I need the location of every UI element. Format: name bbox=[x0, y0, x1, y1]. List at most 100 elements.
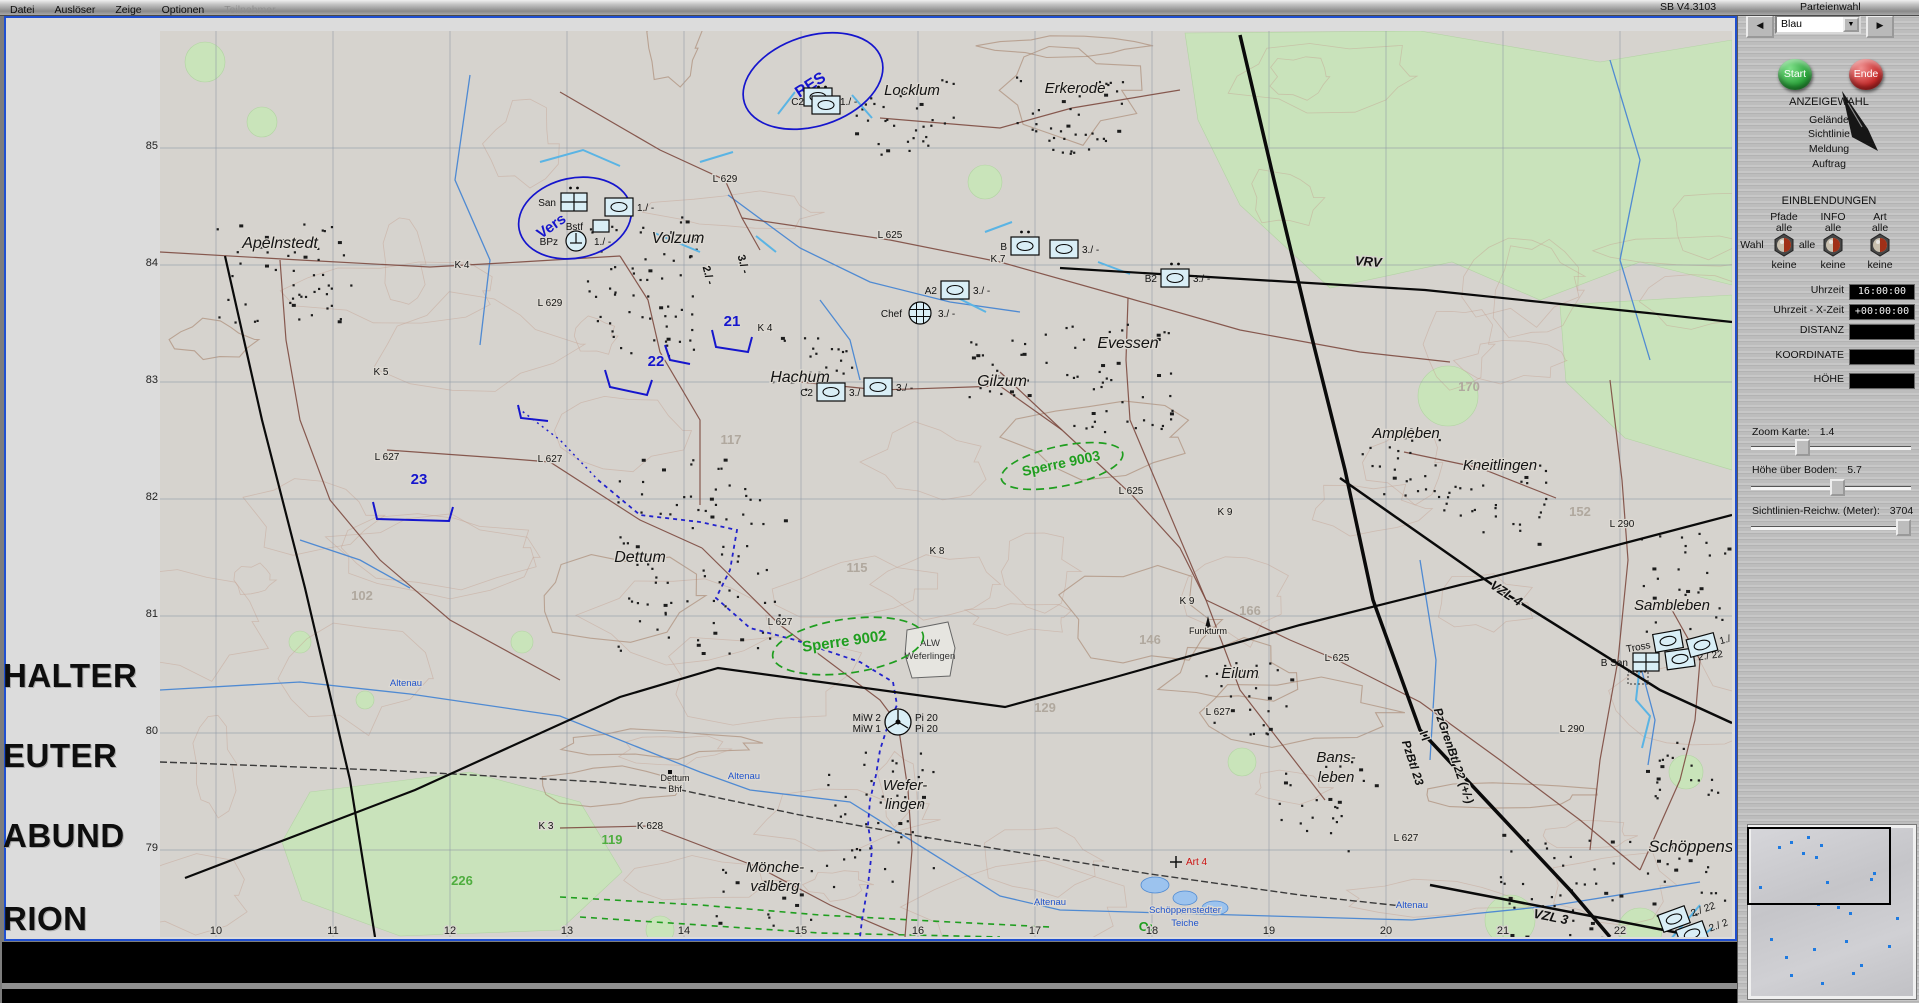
svg-text:MiW 1: MiW 1 bbox=[853, 724, 882, 735]
svg-text:L 629: L 629 bbox=[713, 174, 738, 185]
svg-text:Weferlingen: Weferlingen bbox=[905, 651, 956, 662]
slider-track-0[interactable] bbox=[1751, 446, 1911, 450]
svg-text:K 5: K 5 bbox=[373, 367, 388, 378]
unit-symbol[interactable]: MiW 2MiW 1 Pi 20Pi 20 bbox=[853, 708, 939, 736]
svg-text:Chef: Chef bbox=[881, 309, 902, 320]
menu-item-datei[interactable]: Datei bbox=[0, 3, 45, 16]
svg-text:1./ -: 1./ - bbox=[594, 237, 611, 248]
svg-text:Apelnstedt: Apelnstedt bbox=[241, 235, 318, 252]
svg-text:3./ -: 3./ - bbox=[938, 309, 955, 320]
svg-text:13: 13 bbox=[561, 925, 573, 937]
wahl-label: Wahl bbox=[1740, 239, 1764, 251]
svg-text:L 290: L 290 bbox=[1560, 724, 1585, 735]
minimap-unit-dot bbox=[1769, 938, 1773, 942]
svg-text:VRV: VRV bbox=[1354, 253, 1383, 270]
svg-text:K 628: K 628 bbox=[637, 821, 664, 832]
svg-text:BPz: BPz bbox=[540, 237, 558, 248]
slider-track-2[interactable] bbox=[1751, 526, 1911, 530]
svg-text:Sambleben: Sambleben bbox=[1634, 597, 1710, 614]
anzeige-item-auftrag[interactable]: Auftrag bbox=[1754, 158, 1904, 170]
svg-text:146: 146 bbox=[1139, 632, 1161, 647]
svg-text:166: 166 bbox=[1239, 603, 1261, 618]
field-label-4: HÖHE bbox=[1813, 373, 1844, 385]
map-canvas[interactable]: ALWWeferlingen Apelnstedt Volzum Locklum Erk… bbox=[160, 31, 1732, 937]
einblendung-mid-alle-label[interactable]: alle bbox=[1793, 239, 1821, 251]
svg-text:L 627: L 627 bbox=[768, 617, 793, 628]
svg-text:L 627: L 627 bbox=[538, 454, 563, 465]
einblendungen-title: EINBLENDUNGEN bbox=[1781, 195, 1877, 207]
svg-text:17: 17 bbox=[1029, 925, 1041, 937]
menu-items: Datei Auslöser Zeige Optionen Teilnehmer bbox=[0, 0, 286, 17]
svg-text:3./ -: 3./ - bbox=[1082, 245, 1099, 256]
party-next-button[interactable]: ▶ bbox=[1866, 15, 1894, 38]
anzeige-item-meldung[interactable]: Meldung bbox=[1754, 143, 1904, 155]
slider-thumb-1[interactable] bbox=[1830, 479, 1846, 496]
svg-text:B: B bbox=[1000, 242, 1007, 253]
anzeigewahl-title: ANZEIGEWAHL bbox=[1789, 96, 1869, 108]
minimap-unit-dot bbox=[1849, 912, 1853, 916]
svg-text:K 4: K 4 bbox=[454, 260, 469, 271]
minimap-unit-dot bbox=[1852, 972, 1856, 976]
field-value-4 bbox=[1849, 373, 1915, 389]
svg-text:15: 15 bbox=[795, 925, 807, 937]
svg-text:102: 102 bbox=[351, 588, 373, 603]
svg-text:Schöppenstedter: Schöppenstedter bbox=[1149, 905, 1221, 916]
console-bar-lower bbox=[2, 989, 1737, 1003]
einblendung-keine-label[interactable]: keine bbox=[1850, 259, 1910, 271]
svg-text:19: 19 bbox=[1263, 925, 1275, 937]
svg-text:Funkturm: Funkturm bbox=[1189, 626, 1227, 636]
svg-text:K 3: K 3 bbox=[538, 821, 553, 832]
start-button[interactable]: Start bbox=[1778, 59, 1812, 90]
svg-text:MiW 2: MiW 2 bbox=[853, 713, 882, 724]
slider-label-1: Höhe über Boden: 5.7 bbox=[1752, 464, 1862, 476]
party-prev-button[interactable]: ◀ bbox=[1746, 15, 1774, 38]
party-select-label: Parteienwahl bbox=[1800, 1, 1861, 13]
svg-text:117: 117 bbox=[721, 432, 742, 447]
svg-text:lingen: lingen bbox=[885, 796, 925, 813]
grid-row-label: 83 bbox=[145, 374, 158, 386]
slider-thumb-0[interactable] bbox=[1795, 439, 1811, 456]
svg-text:valberg: valberg bbox=[750, 878, 800, 895]
menu-item-teilnehmer: Teilnehmer bbox=[224, 4, 276, 16]
svg-text:San: San bbox=[538, 198, 556, 209]
svg-text:K 8: K 8 bbox=[929, 546, 944, 557]
menu-item-optionen[interactable]: Optionen bbox=[152, 3, 215, 16]
alw-area: ALWWeferlingen bbox=[904, 621, 956, 679]
svg-text:12: 12 bbox=[444, 925, 456, 937]
svg-text:Art 4: Art 4 bbox=[1186, 857, 1208, 868]
svg-text:K 4: K 4 bbox=[757, 323, 772, 334]
svg-text:Pi 20: Pi 20 bbox=[915, 724, 938, 735]
svg-text:115: 115 bbox=[847, 560, 868, 575]
display-knob-icon[interactable] bbox=[1868, 233, 1892, 257]
slider-label-2: Sichtlinien-Reichw. (Meter): 3704 bbox=[1752, 505, 1914, 517]
svg-text:170: 170 bbox=[1458, 379, 1480, 394]
dropdown-arrow-icon[interactable]: ▼ bbox=[1843, 17, 1859, 32]
svg-text:Gilzum: Gilzum bbox=[977, 373, 1027, 390]
svg-text:Wefer-: Wefer- bbox=[883, 777, 927, 794]
svg-text:Ampleben: Ampleben bbox=[1371, 425, 1440, 442]
slider-thumb-2[interactable] bbox=[1896, 519, 1911, 536]
ende-button[interactable]: Ende bbox=[1849, 59, 1883, 90]
svg-text:Dettum: Dettum bbox=[614, 549, 666, 566]
svg-text:B San: B San bbox=[1601, 658, 1628, 669]
app-version: SB V4.3103 bbox=[1660, 1, 1717, 13]
svg-text:L 629: L 629 bbox=[538, 298, 563, 309]
svg-text:Kneitlingen: Kneitlingen bbox=[1463, 457, 1537, 474]
field-label-2: DISTANZ bbox=[1799, 324, 1844, 336]
anzeige-item-sichtlinie[interactable]: Sichtlinie bbox=[1754, 128, 1904, 140]
field-value-3 bbox=[1849, 349, 1915, 365]
display-knob-icon[interactable] bbox=[1821, 233, 1845, 257]
anzeige-item-gelände[interactable]: Gelände bbox=[1754, 114, 1904, 126]
svg-text:23: 23 bbox=[411, 471, 428, 488]
menu-item-auslöser[interactable]: Auslöser bbox=[45, 3, 106, 16]
minimap[interactable] bbox=[1747, 824, 1917, 1000]
field-value-2 bbox=[1849, 324, 1915, 340]
svg-text:Mönche-: Mönche- bbox=[746, 859, 804, 876]
party-dropdown[interactable]: Blau ▼ bbox=[1775, 15, 1861, 34]
minimap-unit-dot bbox=[1836, 905, 1840, 909]
svg-text:Erkerode: Erkerode bbox=[1045, 80, 1106, 97]
menu-item-zeige[interactable]: Zeige bbox=[105, 3, 151, 16]
svg-text:L 625: L 625 bbox=[878, 230, 903, 241]
svg-text:Evessen: Evessen bbox=[1097, 335, 1158, 352]
minimap-unit-dot bbox=[1888, 944, 1892, 948]
